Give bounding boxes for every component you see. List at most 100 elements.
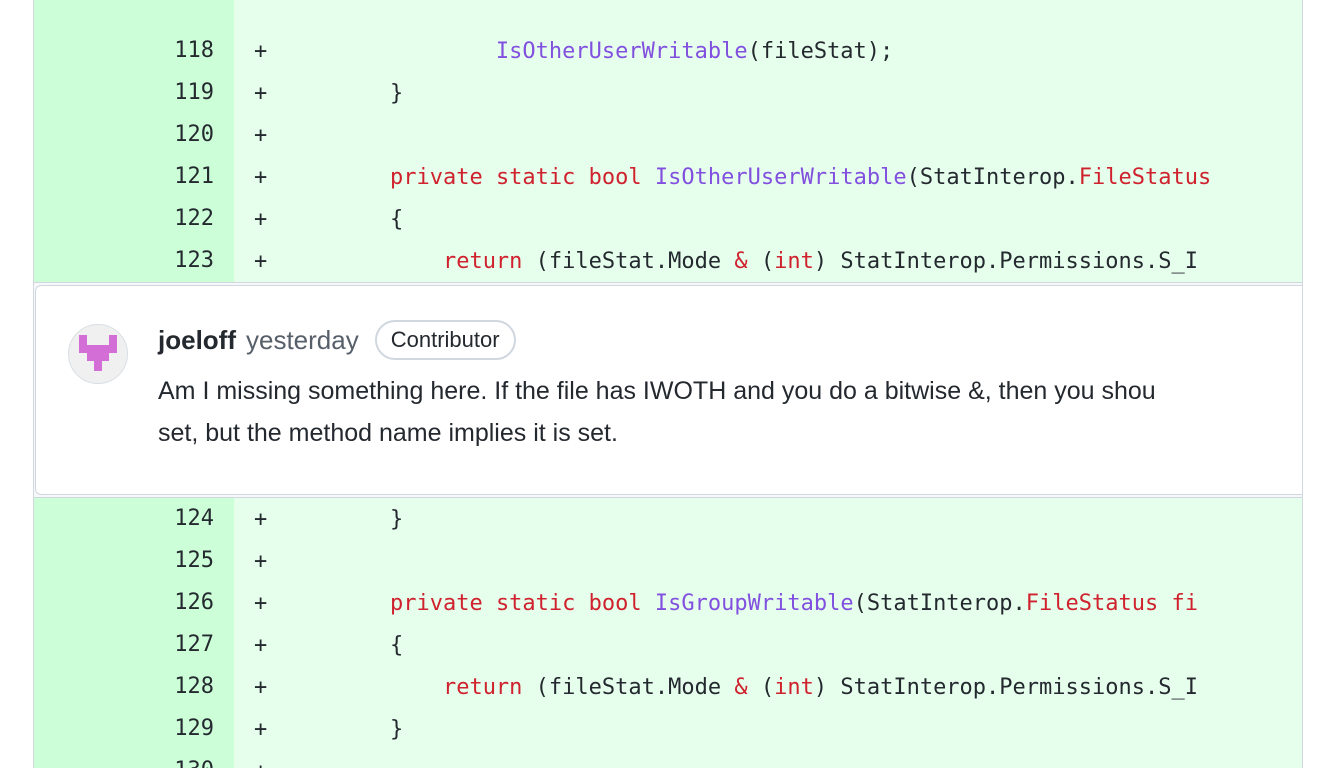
code-token: (: [747, 249, 775, 274]
addition-marker: +: [254, 717, 268, 742]
diff-line: 121 + private static bool IsOtherUserWrit…: [34, 156, 1302, 198]
line-number-gutter[interactable]: [34, 0, 234, 30]
diff-line: 123 + return (fileStat.Mode & (int) StatI…: [34, 240, 1302, 282]
diff-line: 126 + private static bool IsGroupWritable…: [34, 582, 1302, 624]
code-token: }: [284, 507, 404, 532]
diff-view: 118 + IsOtherUserWritable(fileStat); 119 + …: [33, 0, 1303, 768]
code-token: (fileStat.Mode: [522, 249, 735, 274]
line-number-gutter[interactable]: 118: [34, 30, 234, 72]
line-number-gutter[interactable]: 128: [34, 666, 234, 708]
code-line: private static bool IsOtherUserWritable(…: [284, 156, 1211, 200]
diff-lines-after: 124 + } 125 +126 + private static bool IsGro…: [34, 498, 1302, 768]
line-number-gutter[interactable]: 125: [34, 540, 234, 582]
comment-author-link[interactable]: joeloff: [158, 325, 236, 356]
addition-marker: +: [254, 675, 268, 700]
line-number-gutter[interactable]: 130: [34, 750, 234, 768]
code-line: private static bool IsGroupWritable(Stat…: [284, 582, 1198, 626]
code-token: (fileStat.Mode: [522, 675, 735, 700]
diff-line: 125 +: [34, 540, 1302, 582]
code-token: }: [284, 81, 404, 106]
code-token: bool: [588, 165, 642, 190]
line-number[interactable]: 130: [174, 750, 214, 768]
addition-marker: +: [254, 549, 268, 574]
code-token: return: [442, 675, 523, 700]
code-token: (StatInterop.: [853, 591, 1026, 616]
line-number[interactable]: 120: [174, 114, 214, 156]
code-token: int: [774, 249, 814, 274]
addition-marker: +: [254, 123, 268, 148]
code-token: IsOtherUserWritable: [654, 165, 907, 190]
line-number-gutter[interactable]: 123: [34, 240, 234, 282]
review-comment: joeloff yesterday Contributor Am I missi…: [35, 285, 1302, 495]
diff-line: 120 +: [34, 114, 1302, 156]
comment-body: Am I missing something here. If the file…: [158, 370, 1302, 454]
line-number-gutter[interactable]: 119: [34, 72, 234, 114]
code-token: &: [734, 249, 748, 274]
line-number[interactable]: 122: [174, 198, 214, 240]
diff-line: 127 + {: [34, 624, 1302, 666]
line-number[interactable]: 124: [174, 498, 214, 540]
diff-line: 130 +: [34, 750, 1302, 768]
diff-line: 122 + {: [34, 198, 1302, 240]
line-number-gutter[interactable]: 120: [34, 114, 234, 156]
code-token: {: [284, 207, 404, 232]
code-token: }: [284, 717, 404, 742]
comment-timestamp-link[interactable]: yesterday: [246, 325, 359, 356]
code-token: static: [495, 591, 576, 616]
comment-header: joeloff yesterday Contributor: [158, 320, 516, 360]
addition-marker: +: [254, 633, 268, 658]
line-number[interactable]: 121: [174, 156, 214, 198]
diff-line: 124 + }: [34, 498, 1302, 540]
code-token: static: [495, 165, 576, 190]
line-number[interactable]: 119: [174, 72, 214, 114]
code-line: {: [284, 198, 403, 242]
code-token: private: [389, 591, 483, 616]
code-token: (StatInterop.: [906, 165, 1079, 190]
addition-marker: +: [254, 165, 268, 190]
code-token: private: [389, 165, 483, 190]
diff-line: 129 + }: [34, 708, 1302, 750]
addition-marker: +: [254, 81, 268, 106]
code-line: }: [284, 708, 403, 752]
line-number-gutter[interactable]: 126: [34, 582, 234, 624]
author-role-badge: Contributor: [374, 320, 516, 360]
code-token: int: [774, 675, 814, 700]
line-number-gutter[interactable]: 124: [34, 498, 234, 540]
code-line: IsOtherUserWritable(fileStat);: [284, 30, 893, 74]
line-number-gutter[interactable]: 129: [34, 708, 234, 750]
code-token: return: [442, 249, 523, 274]
addition-marker: +: [254, 750, 267, 768]
line-number-gutter[interactable]: 127: [34, 624, 234, 666]
line-number[interactable]: 125: [174, 540, 214, 582]
line-number[interactable]: 123: [174, 240, 214, 282]
line-number[interactable]: 128: [174, 666, 214, 708]
avatar[interactable]: [68, 324, 128, 384]
review-comment-thread: joeloff yesterday Contributor Am I missi…: [34, 282, 1302, 498]
code-token: bool: [588, 591, 642, 616]
line-number[interactable]: 126: [174, 582, 214, 624]
code-token: ) StatInterop.Permissions.S_I: [813, 675, 1198, 700]
addition-marker: +: [254, 591, 268, 616]
code-token: FileStatus: [1025, 591, 1159, 616]
comment-body-line: set, but the method name implies it is s…: [158, 419, 618, 447]
code-token: (: [747, 675, 775, 700]
code-line: }: [284, 498, 403, 542]
line-number[interactable]: 129: [174, 708, 214, 750]
line-number[interactable]: 127: [174, 624, 214, 666]
line-number-gutter[interactable]: 121: [34, 156, 234, 198]
addition-marker: +: [254, 207, 268, 232]
line-number[interactable]: 118: [174, 30, 214, 72]
code-line: }: [284, 72, 403, 116]
line-number-gutter[interactable]: 122: [34, 198, 234, 240]
